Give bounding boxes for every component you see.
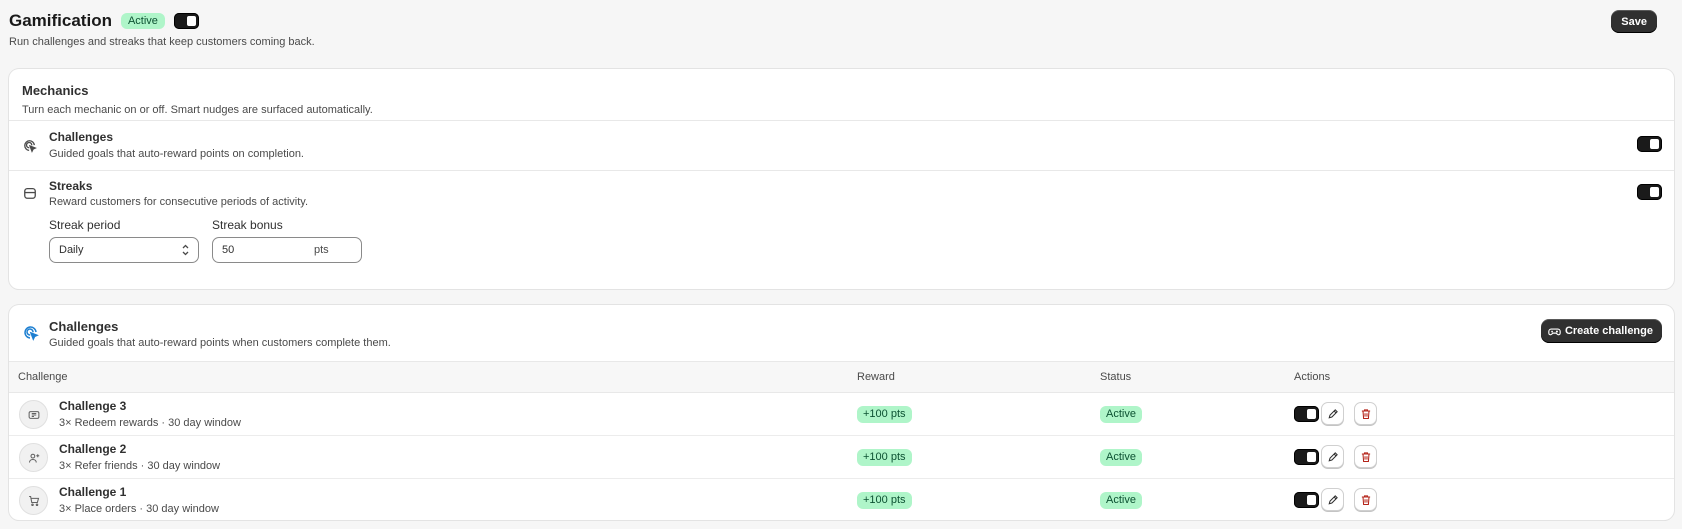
challenge-name: Challenge 3 — [59, 399, 127, 413]
challenges-toggle[interactable] — [1637, 136, 1662, 152]
table-row: Challenge 3 3× Redeem rewards · 30 day w… — [9, 393, 1674, 436]
reward-badge: +100 pts — [857, 406, 912, 423]
streak-bonus-input[interactable]: 50 pts — [212, 237, 362, 263]
mechanics-header: Mechanics Turn each mechanic on or off. … — [22, 83, 373, 116]
mechanics-subtitle: Turn each mechanic on or off. Smart nudg… — [22, 104, 373, 116]
column-header-actions: Actions — [1294, 371, 1331, 383]
mechanics-card: Mechanics Turn each mechanic on or off. … — [9, 69, 1674, 289]
streaks-toggle[interactable] — [1637, 184, 1662, 200]
column-header-challenge: Challenge — [18, 371, 68, 383]
streak-period-label: Streak period — [49, 218, 121, 232]
title-row: Gamification Active — [9, 11, 199, 31]
mechanic-name: Streaks — [49, 179, 93, 193]
pencil-icon — [1327, 408, 1338, 419]
gamification-toggle[interactable] — [173, 13, 199, 29]
streak-bonus-value: 50 — [222, 244, 235, 256]
trash-icon — [1361, 451, 1370, 462]
status-badge: Active — [1100, 449, 1142, 466]
delete-button[interactable] — [1354, 402, 1377, 425]
mechanic-row-challenges: Challenges Guided goals that auto-reward… — [9, 120, 1674, 170]
page-title: Gamification — [9, 11, 112, 30]
calendar-icon — [23, 186, 37, 200]
create-challenge-button[interactable]: Create challenge — [1540, 319, 1662, 343]
challenge-description: 3× Refer friends · 30 day window — [59, 460, 221, 472]
gamification-page: Gamification Active Run challenges and s… — [0, 0, 1682, 529]
table-row: Challenge 2 3× Refer friends · 30 day wi… — [9, 436, 1674, 479]
edit-button[interactable] — [1321, 402, 1344, 425]
challenge-toggle[interactable] — [1294, 492, 1319, 508]
mechanic-description: Reward customers for consecutive periods… — [49, 196, 309, 208]
column-header-reward: Reward — [857, 371, 895, 383]
mechanics-title: Mechanics — [22, 83, 89, 98]
pencil-icon — [1327, 494, 1338, 505]
pencil-icon — [1327, 451, 1338, 462]
trash-icon — [1361, 494, 1370, 505]
challenge-description: 3× Redeem rewards · 30 day window — [59, 417, 241, 429]
status-badge: Active — [1100, 492, 1142, 509]
table-row: Challenge 1 3× Place orders · 30 day win… — [9, 479, 1674, 520]
table-header: Challenge Reward Status Actions — [9, 361, 1674, 393]
ticket-icon — [19, 400, 48, 429]
reward-badge: +100 pts — [857, 492, 912, 509]
streak-period-select[interactable]: Daily — [49, 237, 199, 263]
challenge-name: Challenge 1 — [59, 485, 127, 499]
gamepad-icon — [1548, 327, 1561, 335]
delete-button[interactable] — [1354, 488, 1377, 511]
trash-icon — [1361, 408, 1370, 419]
challenges-subtitle: Guided goals that auto-reward points whe… — [49, 337, 391, 349]
streak-bonus-suffix: pts — [314, 244, 329, 256]
challenges-title: Challenges — [49, 319, 119, 334]
reward-badge: +100 pts — [857, 449, 912, 466]
page-header: Gamification Active Run challenges and s… — [9, 0, 1673, 66]
challenge-name: Challenge 2 — [59, 442, 127, 456]
target-cursor-icon — [23, 139, 37, 153]
status-badge: Active — [120, 13, 165, 29]
edit-button[interactable] — [1321, 445, 1344, 468]
challenge-toggle[interactable] — [1294, 449, 1319, 465]
status-badge: Active — [1100, 406, 1142, 423]
streak-bonus-label: Streak bonus — [212, 218, 283, 232]
chevron-up-down-icon — [182, 244, 189, 256]
column-header-status: Status — [1100, 371, 1132, 383]
mechanic-name: Challenges — [49, 130, 114, 144]
target-cursor-icon — [23, 325, 39, 341]
delete-button[interactable] — [1354, 445, 1377, 468]
cart-icon — [19, 486, 48, 515]
save-button[interactable]: Save — [1611, 10, 1657, 33]
mechanic-row-streaks: Streaks Reward customers for consecutive… — [9, 170, 1674, 289]
challenge-toggle[interactable] — [1294, 406, 1319, 422]
challenges-card: Challenges Guided goals that auto-reward… — [9, 305, 1674, 520]
mechanic-description: Guided goals that auto-reward points on … — [49, 148, 304, 160]
edit-button[interactable] — [1321, 488, 1344, 511]
create-challenge-label: Create challenge — [1564, 325, 1653, 337]
page-subtitle: Run challenges and streaks that keep cus… — [9, 36, 315, 48]
streak-period-value: Daily — [59, 244, 84, 256]
user-plus-icon — [19, 443, 48, 472]
challenge-description: 3× Place orders · 30 day window — [59, 503, 219, 515]
